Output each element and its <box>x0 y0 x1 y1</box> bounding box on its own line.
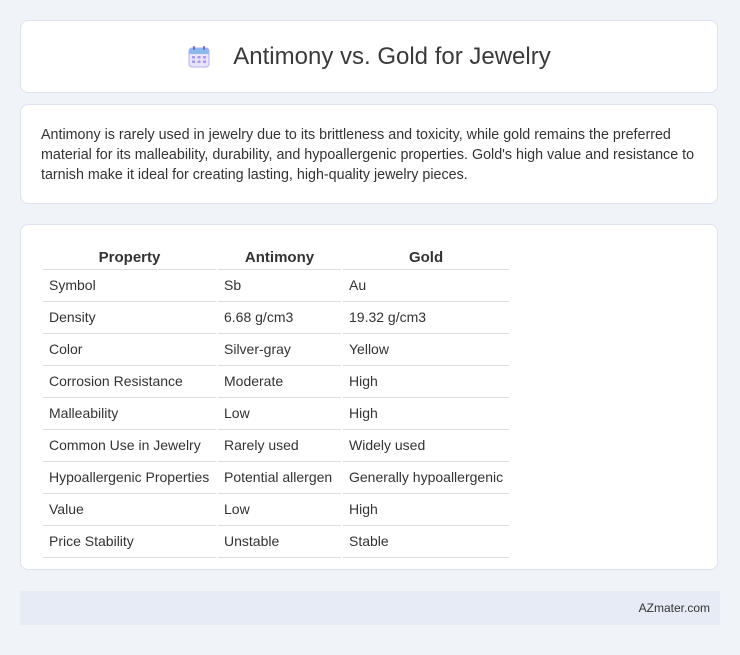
table-row: Density 6.68 g/cm3 19.32 g/cm3 <box>43 302 510 334</box>
column-header: Property <box>43 243 216 270</box>
table-row: Symbol Sb Au <box>43 270 510 302</box>
table-cell: Generally hypoallergenic <box>343 462 510 494</box>
comparison-card: Property Antimony Gold Symbol Sb Au Dens… <box>20 224 718 570</box>
table-cell: Low <box>218 398 341 430</box>
table-cell: Malleability <box>43 398 216 430</box>
header: Antimony vs. Gold for Jewelry <box>187 42 551 71</box>
description-text: Antimony is rarely used in jewelry due t… <box>41 127 695 183</box>
calendar-icon <box>187 45 211 69</box>
table-cell: Au <box>343 270 510 302</box>
table-cell: Symbol <box>43 270 216 302</box>
comparison-table: Property Antimony Gold Symbol Sb Au Dens… <box>41 243 511 558</box>
table-cell: High <box>343 398 510 430</box>
table-cell: Yellow <box>343 334 510 366</box>
header-card: Antimony vs. Gold for Jewelry <box>20 20 718 93</box>
table-cell: Silver-gray <box>218 334 341 366</box>
table-cell: 6.68 g/cm3 <box>218 302 341 334</box>
table-row: Corrosion Resistance Moderate High <box>43 366 510 398</box>
table-cell: Widely used <box>343 430 510 462</box>
table-cell: Stable <box>343 526 510 558</box>
table-row: Hypoallergenic Properties Potential alle… <box>43 462 510 494</box>
table-row: Value Low High <box>43 494 510 526</box>
table-cell: Price Stability <box>43 526 216 558</box>
table-cell: Hypoallergenic Properties <box>43 462 216 494</box>
table-cell: Rarely used <box>218 430 341 462</box>
page-title: Antimony vs. Gold for Jewelry <box>233 42 551 70</box>
footer-brand[interactable]: AZmater.com <box>639 601 710 615</box>
table-cell: Moderate <box>218 366 341 398</box>
description-card: Antimony is rarely used in jewelry due t… <box>20 104 718 204</box>
table-cell: Sb <box>218 270 341 302</box>
table-cell: High <box>343 366 510 398</box>
table-cell: Unstable <box>218 526 341 558</box>
table-cell: Common Use in Jewelry <box>43 430 216 462</box>
table-row: Price Stability Unstable Stable <box>43 526 510 558</box>
footer: AZmater.com <box>20 591 720 625</box>
table-row: Common Use in Jewelry Rarely used Widely… <box>43 430 510 462</box>
table-header-row: Property Antimony Gold <box>43 243 510 270</box>
table-cell: Corrosion Resistance <box>43 366 216 398</box>
table-cell: Potential allergen <box>218 462 341 494</box>
table-cell: 19.32 g/cm3 <box>343 302 510 334</box>
table-row: Malleability Low High <box>43 398 510 430</box>
table-cell: Color <box>43 334 216 366</box>
table-cell: Value <box>43 494 216 526</box>
column-header: Antimony <box>218 243 341 270</box>
table-cell: Density <box>43 302 216 334</box>
table-row: Color Silver-gray Yellow <box>43 334 510 366</box>
table-cell: High <box>343 494 510 526</box>
table-cell: Low <box>218 494 341 526</box>
column-header: Gold <box>343 243 510 270</box>
